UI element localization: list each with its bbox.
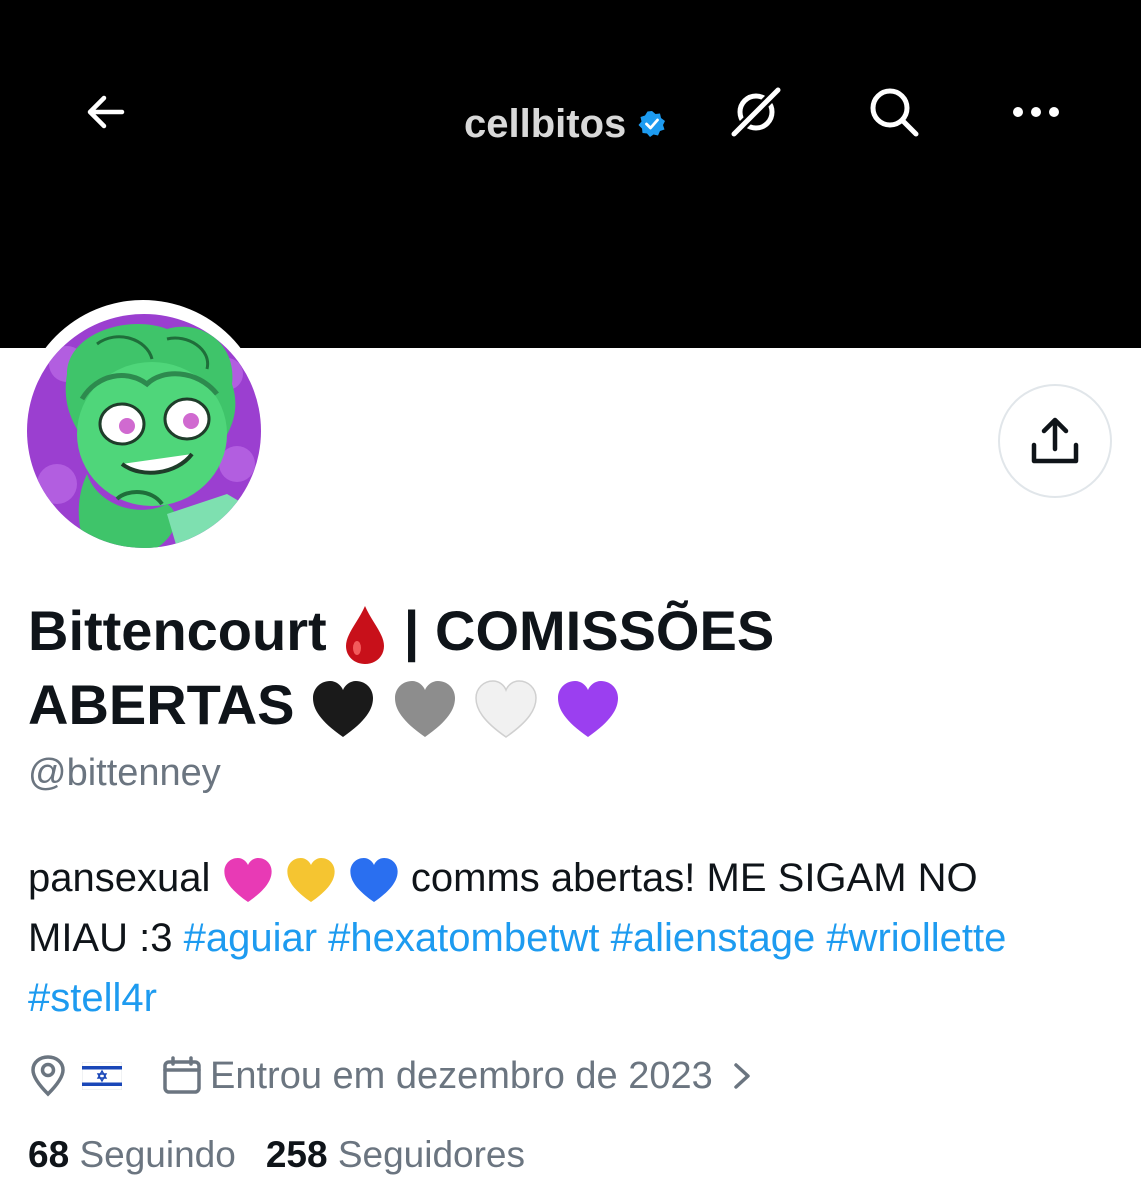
- verified-badge-icon: [638, 111, 666, 137]
- calendar-icon: [163, 1056, 201, 1094]
- following-link[interactable]: 68 Seguindo: [28, 1134, 236, 1176]
- blue-heart-icon: [350, 858, 398, 903]
- followers-link[interactable]: 258 Seguidores: [266, 1134, 525, 1176]
- display-name-line2: ABERTAS: [28, 673, 295, 736]
- black-heart-icon: [313, 681, 374, 738]
- search-button[interactable]: [862, 80, 926, 144]
- search-icon: [870, 88, 919, 137]
- hashtag-link[interactable]: #wriollette: [826, 916, 1006, 960]
- purple-heart-icon: [557, 681, 618, 738]
- handle: @bittenney: [28, 752, 221, 794]
- avatar[interactable]: [27, 314, 261, 548]
- profile-meta: Entrou em dezembro de 2023: [26, 1050, 757, 1102]
- followers-count: 258: [265, 1134, 328, 1175]
- arrow-left-icon: [87, 95, 125, 129]
- back-button[interactable]: [78, 84, 134, 140]
- grok-button[interactable]: [724, 80, 788, 144]
- more-icon: [1013, 107, 1059, 117]
- avatar-illustration-icon: [27, 314, 261, 548]
- display-name: Bittencourt | COMISSÕES ABERTAS: [28, 594, 928, 742]
- joined-date: Entrou em dezembro de 2023: [210, 1054, 713, 1097]
- header-username: cellbitos: [464, 101, 627, 146]
- hashtag-link[interactable]: #alienstage: [611, 916, 816, 960]
- followers-label: Seguidores: [337, 1134, 526, 1175]
- slash-circle-icon: [730, 86, 782, 138]
- yellow-heart-icon: [286, 858, 335, 903]
- hashtag-link[interactable]: #aguiar: [184, 916, 317, 960]
- bio-text-1: pansexual: [28, 856, 211, 900]
- share-profile-button[interactable]: [998, 384, 1112, 498]
- following-label: Seguindo: [79, 1134, 236, 1175]
- header-title: cellbitos: [464, 96, 666, 152]
- israel-flag-icon: [82, 1062, 122, 1090]
- hashtag-link[interactable]: #hexatombetwt: [328, 916, 599, 960]
- profile-banner[interactable]: [0, 0, 1141, 348]
- chevron-right-icon[interactable]: [727, 1060, 757, 1092]
- follow-stats: 68 Seguindo 258 Seguidores: [28, 1134, 525, 1176]
- hashtag-link[interactable]: #stell4r: [28, 976, 157, 1020]
- drop-of-blood-icon: [346, 606, 385, 665]
- following-count: 68: [28, 1134, 70, 1175]
- pink-heart-icon: [223, 858, 272, 903]
- grey-heart-icon: [394, 681, 455, 738]
- bio: pansexual comms abertas! ME SIGAM NO MIA…: [28, 848, 1088, 1028]
- more-button[interactable]: [1004, 80, 1068, 144]
- display-name-separator: | COMISSÕES: [403, 599, 775, 662]
- location-pin-icon: [31, 1055, 65, 1097]
- white-heart-icon: [475, 680, 537, 739]
- share-icon: [1031, 417, 1079, 464]
- display-name-text: Bittencourt: [28, 599, 327, 662]
